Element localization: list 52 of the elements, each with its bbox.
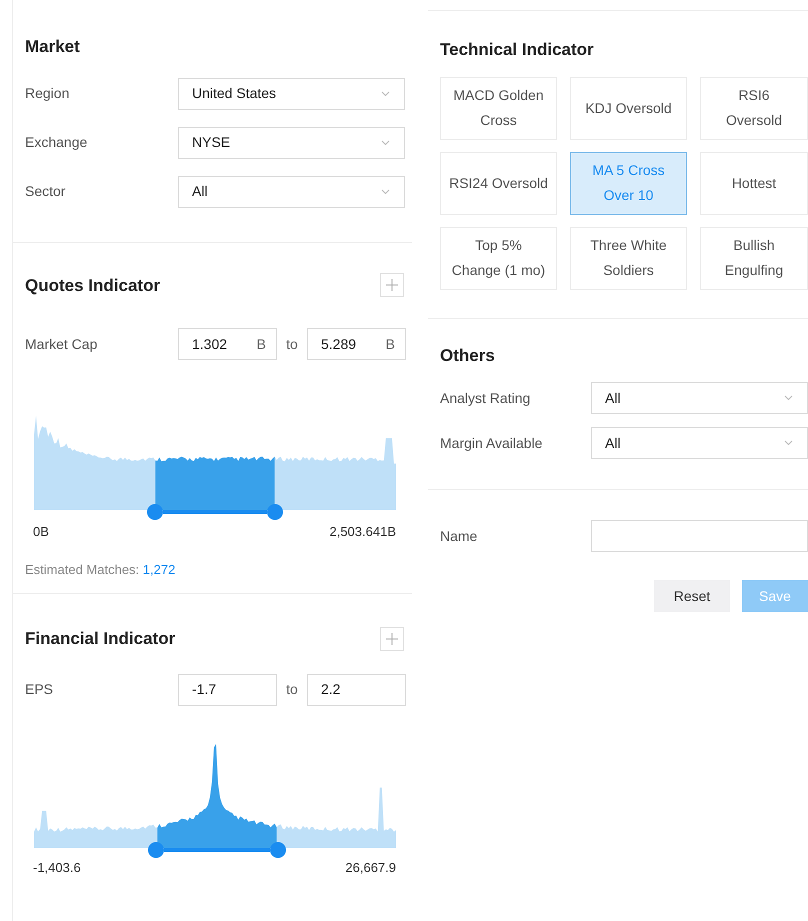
axis-min-label: 0B <box>33 523 49 541</box>
section-title: Others <box>440 344 496 366</box>
number-field[interactable]: 2.2 <box>307 674 406 706</box>
field-label: Margin Available <box>440 434 544 453</box>
plus-icon <box>386 279 398 292</box>
field-label: Exchange <box>25 133 88 152</box>
range-separator: to <box>285 680 299 699</box>
section-title: Quotes Indicator <box>25 274 160 296</box>
range-separator: to <box>285 334 299 354</box>
plus-icon <box>386 632 398 645</box>
indicator-tile[interactable]: Three White Soldiers <box>570 226 687 290</box>
field-label: Analyst Rating <box>440 388 532 408</box>
estimated-matches: Estimated Matches: 1,272 <box>24 560 176 578</box>
section-title: Financial Indicator <box>25 628 176 650</box>
indicator-tile[interactable]: MACD Golden Cross <box>440 76 557 140</box>
chevron-down-icon <box>784 395 793 401</box>
field-label: EPS <box>25 680 54 699</box>
unit-label: B <box>386 334 395 354</box>
field-label: Sector <box>25 182 66 201</box>
axis-max-label: 26,667.9 <box>345 858 396 876</box>
unit-label: B <box>256 334 266 354</box>
select-field[interactable]: All <box>591 427 808 459</box>
chevron-down-icon <box>381 90 390 96</box>
reset-button[interactable]: Reset <box>654 580 730 612</box>
select-field[interactable]: All <box>591 382 808 414</box>
select-field[interactable]: United States <box>178 78 405 110</box>
section-title: Technical Indicator <box>440 39 595 61</box>
field-label: Market Cap <box>25 334 98 354</box>
indicator-tile[interactable]: Hottest <box>700 152 808 214</box>
axis-max-label: 2,503.641B <box>329 523 396 541</box>
number-field[interactable]: -1.7 <box>178 674 277 706</box>
add-button[interactable] <box>380 273 404 298</box>
select-field[interactable]: NYSE <box>178 126 405 158</box>
indicator-tile[interactable]: Top 5% Change (1 mo) <box>440 226 557 290</box>
slider-handle[interactable] <box>146 504 163 520</box>
chevron-down-icon <box>784 440 793 446</box>
indicator-tile[interactable]: KDJ Oversold <box>570 76 687 140</box>
field-label: Region <box>25 84 70 103</box>
slider-handle[interactable] <box>267 504 284 520</box>
section-title: Market <box>24 36 81 58</box>
number-field[interactable]: 1.302 B <box>178 328 277 360</box>
number-field[interactable]: 5.289 B <box>307 328 406 360</box>
indicator-tile[interactable]: RSI6 Oversold <box>700 76 808 140</box>
chevron-down-icon <box>381 188 390 194</box>
select-field[interactable]: All <box>178 176 405 208</box>
add-button[interactable] <box>380 626 404 651</box>
indicator-tile[interactable]: RSI24 Oversold <box>440 152 557 214</box>
chevron-down-icon <box>381 140 390 146</box>
name-input[interactable] <box>591 520 808 552</box>
field-label: Name <box>440 526 478 546</box>
axis-min-label: -1,403.6 <box>33 858 81 876</box>
indicator-tile[interactable]: Bullish Engulfing <box>700 226 808 290</box>
